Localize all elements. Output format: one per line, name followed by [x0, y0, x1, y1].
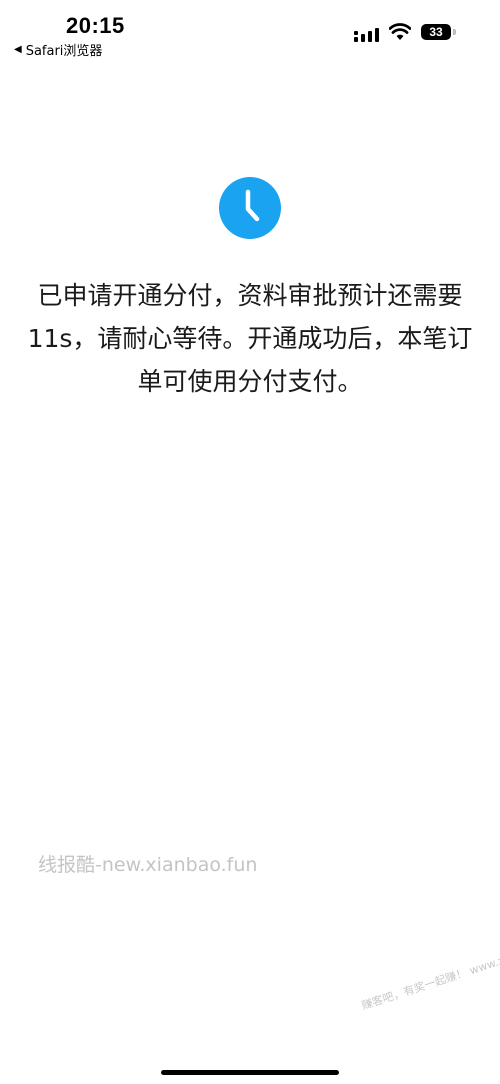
wifi-icon	[389, 23, 411, 40]
status-bar: 20:15 ◀ Safari浏览器 33	[0, 0, 500, 64]
back-link-label: Safari浏览器	[25, 44, 103, 59]
watermark-text: 线报酷-new.xianbao.fun	[38, 854, 258, 876]
status-time: 20:15	[66, 13, 125, 38]
back-to-safari-link[interactable]: ◀ Safari浏览器	[14, 40, 102, 59]
battery-nub	[453, 29, 456, 35]
clock-icon	[219, 177, 281, 239]
corner-watermark: 赚客吧，有奖一起赚！ www.zuanke8.com	[360, 933, 500, 1013]
home-indicator[interactable]	[161, 1070, 339, 1075]
signal-icon	[354, 28, 379, 42]
status-message: 已申请开通分付，资料审批预计还需要11s，请耐心等待。开通成功后，本笔订单可使用…	[27, 281, 473, 396]
back-arrow-icon: ◀	[14, 44, 22, 55]
battery-icon: 33	[421, 24, 451, 40]
